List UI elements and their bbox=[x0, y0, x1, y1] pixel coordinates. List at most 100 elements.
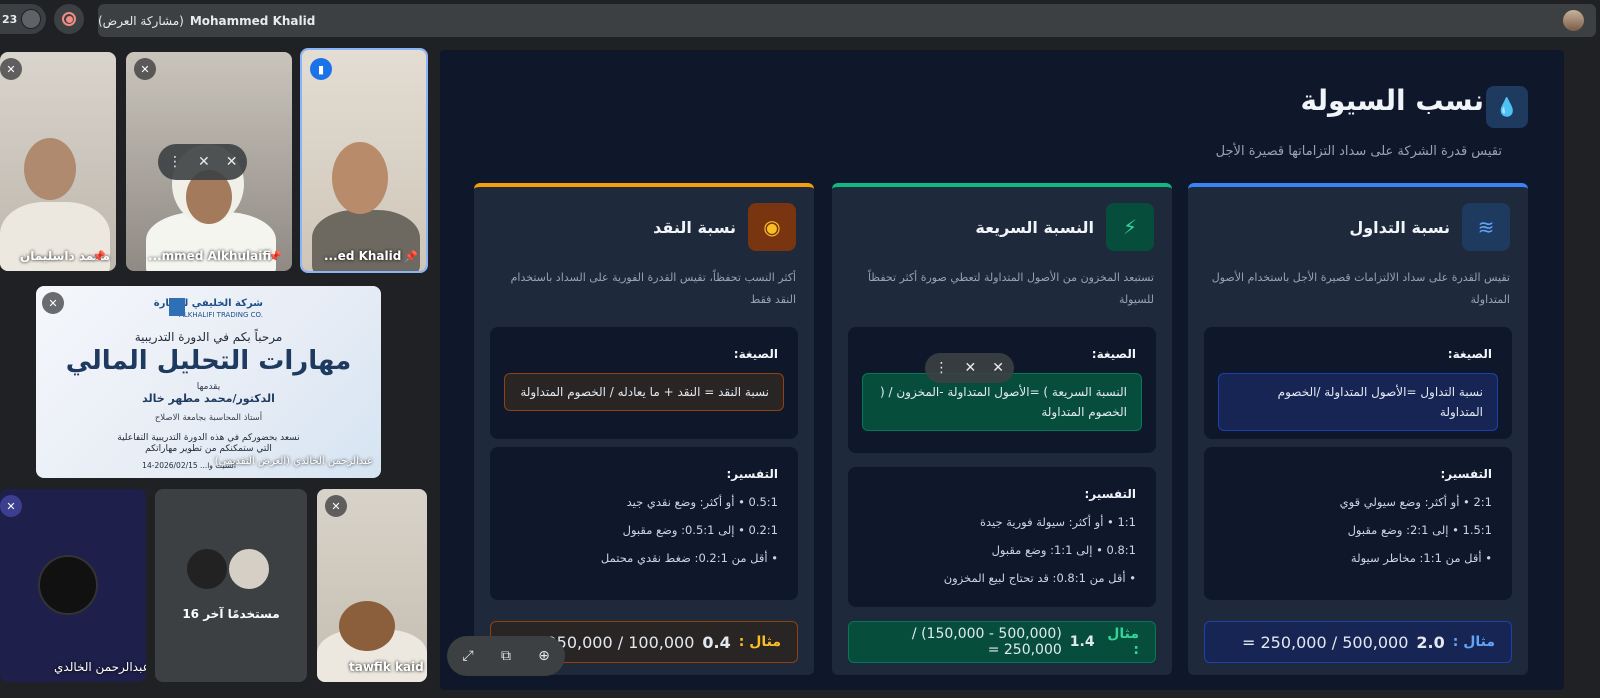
interpretation-panel: التفسير: 2:1 • أو أكثر: وضع سيولي قوي 1.… bbox=[1204, 447, 1512, 600]
mic-off-icon: ✕ bbox=[325, 495, 347, 517]
interpretation-panel: التفسير: 0.5:1 • أو أكثر: وضع نقدي جيد 0… bbox=[490, 447, 798, 600]
ratio-card-quick: ⚡ النسبة السريعة تستبعد المخزون من الأصو… bbox=[832, 183, 1172, 675]
presented-by: يقدمها bbox=[196, 382, 221, 392]
presenter-banner[interactable]: Mohammed Khalid (مشاركة العرض) bbox=[98, 4, 1596, 37]
unpin-icon[interactable]: ✕ bbox=[226, 154, 238, 170]
fullscreen-icon[interactable]: ⤢ bbox=[451, 639, 485, 673]
avatar bbox=[21, 9, 42, 29]
video-tile[interactable]: ✕ tawfik kaid bbox=[317, 489, 427, 682]
list-item: 1:1 • أو أكثر: سيولة فورية جيدة bbox=[979, 515, 1136, 529]
list-item: • أقل من 0.8:1: قد تحتاج لبيع المخزون bbox=[943, 571, 1136, 585]
speaking-icon: ▮ bbox=[310, 58, 332, 80]
card-description: تقيس القدرة على سداد الالتزامات قصيرة ال… bbox=[1211, 271, 1510, 306]
droplet-icon: 💧 bbox=[1486, 86, 1528, 128]
formula-box: نسبة النقد = النقد + ما يعادله / الخصوم … bbox=[504, 373, 784, 411]
card-description: أكثر النسب تحفظاً، تقيس القدرة الفورية ع… bbox=[510, 271, 796, 306]
floating-controls: ✕ ✕ ⋮ bbox=[924, 353, 1014, 383]
person-figure bbox=[312, 210, 420, 271]
tile-hover-controls: ⋮ ✕ ✕ bbox=[158, 144, 248, 180]
mic-off-icon: ✕ bbox=[42, 292, 64, 314]
shared-screen: 💧 نسب السيولة تقيس قدرة الشركة على سداد … bbox=[440, 50, 1564, 690]
coins-icon: ◉ bbox=[748, 203, 796, 251]
participant-count: 23 bbox=[2, 12, 18, 26]
formula-panel: الصيغة: نسبة النقد = النقد + ما يعادله /… bbox=[490, 327, 798, 439]
participant-name: ...ed Khalid bbox=[324, 249, 402, 263]
pin-icon[interactable]: 📌 bbox=[404, 250, 418, 263]
course-title: مهارات التحليل المالي bbox=[65, 346, 352, 376]
presenter-status: (مشاركة العرض) bbox=[98, 13, 184, 28]
participant-name: عبدالرحمن الخالدي bbox=[54, 660, 146, 674]
formula-label: الصيغة: bbox=[1447, 347, 1492, 361]
example-box: مثال : 2.0 500,000 / 250,000 = bbox=[1204, 621, 1512, 663]
record-button[interactable] bbox=[54, 4, 84, 34]
example-label: مثال : bbox=[1452, 634, 1495, 650]
others-tile[interactable]: 16 مستخدمًا آخر bbox=[155, 489, 307, 682]
zoom-icon[interactable]: ⊕ bbox=[527, 639, 561, 673]
pin-icon[interactable]: 📌 bbox=[92, 250, 106, 263]
example-value: 0.4 bbox=[702, 632, 731, 652]
presenter-name: Mohammed Khalid bbox=[189, 13, 316, 28]
mute-icon[interactable]: ✕ bbox=[965, 360, 977, 376]
mic-off-icon: ✕ bbox=[134, 58, 156, 80]
unpin-icon[interactable]: ✕ bbox=[992, 360, 1004, 376]
card-description: تستبعد المخزون من الأصول المتداولة لتعطي… bbox=[867, 271, 1154, 306]
list-item: 1.5:1 • إلى 2:1: وضع مقبول bbox=[1347, 523, 1492, 537]
more-options-icon[interactable]: ⋮ bbox=[935, 360, 949, 376]
example-box: مثال : 1.4 (500,000 - 150,000) / 250,000… bbox=[848, 621, 1156, 663]
avatar bbox=[38, 555, 98, 615]
others-count: 16 مستخدمًا آخر bbox=[182, 607, 280, 621]
avatar bbox=[1563, 10, 1584, 31]
interpretation-panel: التفسير: 1:1 • أو أكثر: سيولة فورية جيدة… bbox=[848, 467, 1156, 607]
interpretation-label: التفسير: bbox=[726, 467, 778, 481]
video-tile[interactable]: ▮ ...ed Khalid 📌 bbox=[300, 48, 428, 273]
top-bar: 23 Mohammed Khalid (مشاركة العرض) bbox=[0, 0, 1600, 40]
card-title: نسبة النقد bbox=[653, 217, 736, 237]
video-tile[interactable]: ⋮ ✕ ✕ ✕ ...mmed Alkhulaifi 📌 bbox=[126, 52, 292, 271]
video-tile[interactable]: ✕ عبدالرحمن الخالدي bbox=[0, 489, 146, 682]
presenter-title: الدكتور/محمد مطهر خالد bbox=[142, 392, 275, 405]
person-head bbox=[332, 142, 388, 214]
ratio-card-cash: ◉ نسبة النقد أكثر النسب تحفظاً، تقيس الق… bbox=[474, 183, 814, 675]
greeting: مرحباً بكم في الدورة التدريبية bbox=[134, 330, 283, 344]
example-expression: (500,000 - 150,000) / 250,000 = bbox=[911, 626, 1062, 658]
mute-icon[interactable]: ✕ bbox=[198, 154, 210, 170]
list-item: 0.8:1 • إلى 1:1: وضع مقبول bbox=[991, 543, 1136, 557]
formula-label: الصيغة: bbox=[1091, 347, 1136, 361]
waves-icon: ≋ bbox=[1462, 203, 1510, 251]
person-head bbox=[24, 138, 76, 200]
slide-title: نسب السيولة bbox=[1300, 84, 1484, 117]
list-item: 0.5:1 • أو أكثر: وضع نقدي جيد bbox=[626, 495, 778, 509]
mic-off-icon: ✕ bbox=[0, 495, 22, 517]
person-head bbox=[339, 601, 395, 651]
lightning-icon: ⚡ bbox=[1106, 203, 1154, 251]
company-name-en: ALKHALIFI TRADING CO. bbox=[179, 311, 263, 319]
participants-button[interactable]: 23 bbox=[0, 4, 46, 34]
ratio-card-current: ≋ نسبة التداول تقيس القدرة على سداد الال… bbox=[1188, 183, 1528, 675]
participant-name: tawfik kaid bbox=[349, 660, 424, 674]
presentation-tile[interactable]: شركة الخليفي للتجارة ALKHALIFI TRADING C… bbox=[36, 286, 381, 478]
avatar bbox=[227, 547, 271, 591]
example-expression: 500,000 / 250,000 = bbox=[1241, 632, 1409, 652]
video-tile[interactable]: ✕ محمد داسليمان 📌 bbox=[0, 52, 116, 271]
avatar bbox=[185, 547, 229, 591]
company-logo bbox=[169, 298, 185, 316]
presenter-role: أستاذ المحاسبة بجامعة الاصلاح bbox=[154, 413, 263, 423]
more-options-icon[interactable]: ⋮ bbox=[168, 154, 182, 170]
record-icon bbox=[62, 12, 76, 26]
list-item: • أقل من 1:1: مخاطر سيولة bbox=[1350, 551, 1492, 565]
list-item: 2:1 • أو أكثر: وضع سيولي قوي bbox=[1339, 495, 1492, 509]
list-item: 0.2:1 • إلى 0.5:1: وضع مقبول bbox=[622, 523, 778, 537]
view-controls: ⤢ ⧉ ⊕ bbox=[447, 636, 565, 676]
example-label: مثال : bbox=[1107, 626, 1139, 658]
card-title: نسبة التداول bbox=[1349, 217, 1450, 237]
welcome-line-1: نسعد بحضوركم في هذه الدورة التدريبية الت… bbox=[117, 433, 300, 443]
example-value: 2.0 bbox=[1416, 632, 1445, 652]
slide-subtitle: تقيس قدرة الشركة على سداد التزاماتها قصي… bbox=[1215, 144, 1502, 159]
welcome-line-2: التي ستمكنكم من تطوير مهاراتكم bbox=[145, 444, 272, 454]
formula-panel: الصيغة: نسبة التداول =الأصول المتداولة /… bbox=[1204, 327, 1512, 439]
participant-name: عبدالرحمن الخالدي (العرض التقديمي) bbox=[214, 456, 373, 467]
open-external-icon[interactable]: ⧉ bbox=[489, 639, 523, 673]
participant-name: ...mmed Alkhulaifi bbox=[148, 249, 272, 263]
interpretation-label: التفسير: bbox=[1084, 487, 1136, 501]
pin-icon[interactable]: 📌 bbox=[268, 250, 282, 263]
